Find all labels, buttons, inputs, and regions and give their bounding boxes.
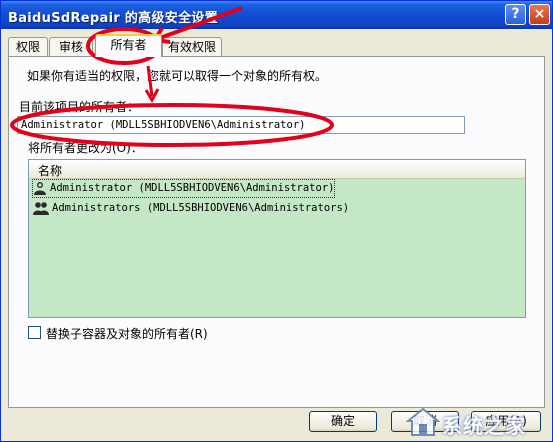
house-logo-icon (406, 407, 440, 436)
group-icon (33, 202, 49, 215)
owner-list[interactable]: 名称 Administrator (MDLL5SBHIODVEN6\Admini… (28, 159, 526, 318)
owner-description: 如果你有适当的权限，您就可以取得一个对象的所有权。 (27, 69, 328, 83)
help-button[interactable]: ? (505, 4, 526, 25)
owner-name: Administrators (MDLL5SBHIODVEN6\Administ… (52, 202, 350, 214)
security-dialog: BaiduSdRepair 的高级安全设置 ? × 权限 审核 所有者 有效权限… (0, 0, 553, 442)
tab-effective-permissions[interactable]: 有效权限 (162, 37, 222, 56)
user-icon (34, 182, 46, 195)
ok-button[interactable]: 确定 (309, 411, 377, 432)
current-owner-label: 目前该项目的所有者： (19, 100, 140, 114)
list-header-name[interactable]: 名称 (29, 160, 525, 179)
list-item[interactable]: Administrators (MDLL5SBHIODVEN6\Administ… (33, 200, 349, 217)
tab-permissions[interactable]: 权限 (8, 37, 48, 56)
title-bar[interactable]: BaiduSdRepair 的高级安全设置 ? × (1, 1, 552, 29)
replace-owner-checkbox[interactable] (28, 326, 41, 339)
current-owner-field: Administrator (MDLL5SBHIODVEN6\Administr… (17, 116, 465, 134)
owner-name: Administrator (MDLL5SBHIODVEN6\Administr… (50, 182, 335, 194)
close-button[interactable]: × (529, 4, 550, 25)
list-item[interactable]: Administrator (MDLL5SBHIODVEN6\Administr… (31, 179, 336, 198)
list-header-label: 名称 (38, 164, 63, 178)
watermark-text: 系统之家 (442, 414, 526, 438)
watermark: 系统之家 (406, 407, 546, 438)
tab-owner[interactable]: 所有者 (95, 34, 162, 57)
tab-auditing[interactable]: 审核 (49, 37, 93, 56)
replace-owner-label: 替换子容器及对象的所有者(R) (46, 327, 208, 341)
change-owner-label: 将所有者更改为(O)： (28, 141, 143, 155)
window-title: BaiduSdRepair 的高级安全设置 (8, 11, 218, 26)
